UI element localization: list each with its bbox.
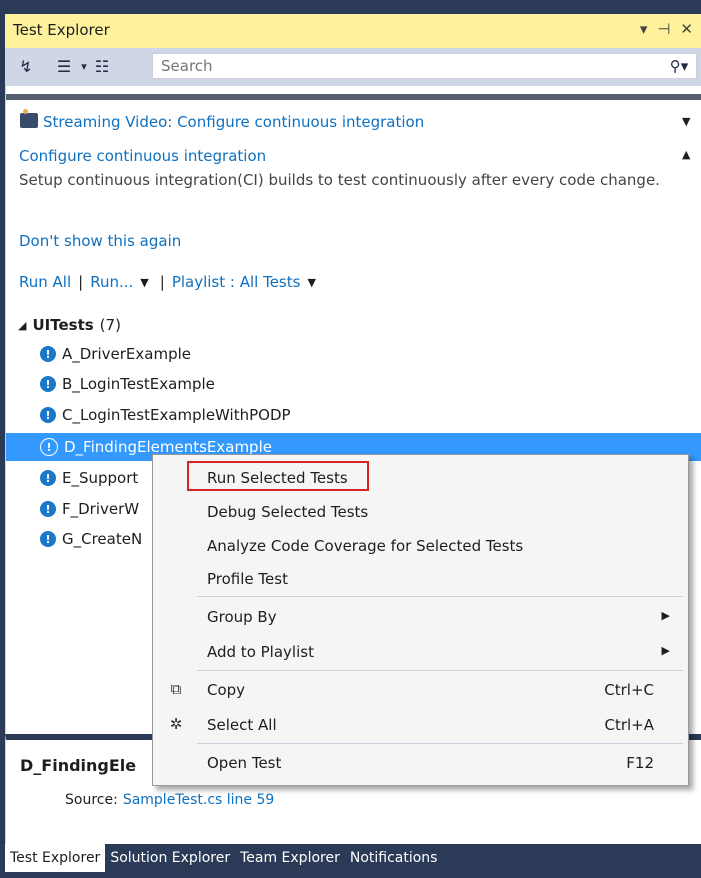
search-input[interactable]: [153, 55, 662, 77]
menu-item-select-all[interactable]: ✲ Select All Ctrl+A: [153, 708, 688, 742]
source-link[interactable]: SampleTest.cs line 59: [123, 792, 274, 808]
group-count: (7): [99, 316, 121, 334]
command-bar: Run All | Run... ▼ | Playlist : All Test…: [19, 273, 316, 291]
tab-solution-explorer[interactable]: Solution Explorer: [105, 844, 235, 872]
refresh-tests-icon[interactable]: ↯: [15, 57, 37, 77]
submenu-arrow-icon: ▶: [661, 644, 670, 657]
menu-separator: [197, 743, 683, 744]
test-name: B_LoginTestExample: [62, 375, 215, 393]
not-run-icon: !: [40, 407, 56, 423]
test-name: G_CreateN: [62, 530, 143, 548]
menu-item-label: Debug Selected Tests: [207, 503, 369, 521]
details-title: D_FindingEle: [20, 756, 137, 775]
search-box: ⚲▾: [152, 53, 697, 79]
menu-item-profile-test[interactable]: Profile Test: [153, 562, 688, 596]
run-link[interactable]: Run...: [90, 273, 133, 291]
test-item[interactable]: ! A_DriverExample: [40, 341, 191, 367]
tree-group-uitests[interactable]: ◢ UITests (7): [18, 316, 121, 334]
close-icon[interactable]: ✕: [680, 20, 693, 38]
menu-separator: [197, 670, 683, 671]
test-name: C_LoginTestExampleWithPODP: [62, 406, 291, 424]
video-icon: [20, 109, 38, 128]
search-icon[interactable]: ⚲▾: [662, 57, 696, 75]
window-controls: ▾ ⊣ ✕: [640, 20, 693, 38]
menu-item-analyze-code-coverage[interactable]: Analyze Code Coverage for Selected Tests: [153, 529, 688, 563]
menu-item-debug-selected-tests[interactable]: Debug Selected Tests: [153, 495, 688, 529]
test-item[interactable]: ! F_DriverW: [40, 496, 139, 522]
playlist-dropdown-icon[interactable]: ▼: [307, 276, 315, 289]
dont-show-link[interactable]: Don't show this again: [19, 232, 181, 250]
pin-icon[interactable]: ⊣: [657, 20, 670, 38]
configure-ci-link[interactable]: Configure continuous integration: [19, 147, 266, 165]
submenu-arrow-icon: ▶: [661, 609, 670, 622]
menu-item-label: Select All: [207, 716, 277, 734]
title-bar: Test Explorer ▾ ⊣ ✕: [5, 14, 701, 49]
group-by-icon[interactable]: ☰: [53, 57, 75, 77]
group-name: UITests: [32, 316, 94, 334]
menu-separator: [197, 596, 683, 597]
tool-window-tabs: Test Explorer Solution Explorer Team Exp…: [5, 844, 701, 872]
test-name: E_Support: [62, 469, 139, 487]
ci-description: Setup continuous integration(CI) builds …: [19, 171, 660, 189]
not-run-icon: !: [40, 531, 56, 547]
test-item[interactable]: ! G_CreateN: [40, 526, 142, 552]
run-all-link[interactable]: Run All: [19, 273, 71, 291]
source-label: Source:: [65, 792, 118, 808]
menu-item-label: Copy: [207, 681, 246, 699]
collapse-down-icon[interactable]: ▼: [682, 115, 690, 128]
test-explorer-window: Test Explorer ▾ ⊣ ✕ ↯ ☰ ▾ ☷ ⚲▾ Streaming…: [0, 0, 701, 878]
top-frame-strip: [0, 0, 701, 14]
not-run-icon: !: [40, 438, 58, 456]
toolbar: ↯ ☰ ▾ ☷ ⚲▾: [5, 48, 701, 86]
collapse-up-icon[interactable]: ▲: [682, 148, 690, 161]
test-item[interactable]: ! C_LoginTestExampleWithPODP: [40, 402, 291, 428]
not-run-icon: !: [40, 470, 56, 486]
test-name: F_DriverW: [62, 500, 140, 518]
test-item[interactable]: ! B_LoginTestExample: [40, 371, 215, 397]
not-run-icon: !: [40, 376, 56, 392]
menu-item-label: Profile Test: [207, 570, 288, 588]
test-name: A_DriverExample: [62, 345, 191, 363]
menu-item-copy[interactable]: ⧉ Copy Ctrl+C: [153, 673, 688, 707]
run-dropdown-icon[interactable]: ▼: [140, 276, 148, 289]
not-run-icon: !: [40, 501, 56, 517]
context-menu: Run Selected Tests Debug Selected Tests …: [152, 454, 689, 786]
panel-splitter[interactable]: [6, 94, 701, 100]
menu-item-label: Analyze Code Coverage for Selected Tests: [207, 537, 524, 555]
details-source: Source: SampleTest.cs line 59: [65, 792, 274, 808]
select-all-cursor-icon: ✲: [169, 715, 183, 733]
playlist-link[interactable]: Playlist : All Tests: [172, 273, 301, 291]
menu-item-shortcut: Ctrl+C: [604, 681, 654, 699]
copy-icon: ⧉: [170, 680, 182, 698]
window-title: Test Explorer: [13, 21, 110, 39]
dropdown-icon[interactable]: ▾: [640, 20, 648, 38]
not-run-icon: !: [40, 346, 56, 362]
test-item[interactable]: ! E_Support: [40, 465, 138, 491]
menu-item-group-by[interactable]: Group By ▶: [153, 600, 688, 634]
expand-triangle-icon[interactable]: ◢: [18, 319, 26, 332]
bottom-frame-strip: [0, 872, 701, 878]
command-separator: |: [159, 273, 165, 291]
command-separator: |: [78, 273, 84, 291]
menu-item-shortcut: Ctrl+A: [604, 716, 654, 734]
menu-item-open-test[interactable]: Open Test F12: [153, 746, 688, 780]
highlight-annotation-box: [187, 461, 369, 491]
streaming-video-link[interactable]: Streaming Video: Configure continuous in…: [43, 113, 424, 131]
tab-notifications[interactable]: Notifications: [345, 844, 443, 872]
menu-item-label: Open Test: [207, 754, 282, 772]
menu-item-shortcut: F12: [626, 754, 654, 772]
menu-item-add-to-playlist[interactable]: Add to Playlist ▶: [153, 635, 688, 669]
run-tests-settings-icon[interactable]: ☷: [91, 57, 113, 77]
tab-team-explorer[interactable]: Team Explorer: [235, 844, 345, 872]
menu-item-label: Group By: [207, 608, 277, 626]
menu-item-label: Add to Playlist: [207, 643, 314, 661]
tab-test-explorer[interactable]: Test Explorer: [5, 844, 106, 872]
